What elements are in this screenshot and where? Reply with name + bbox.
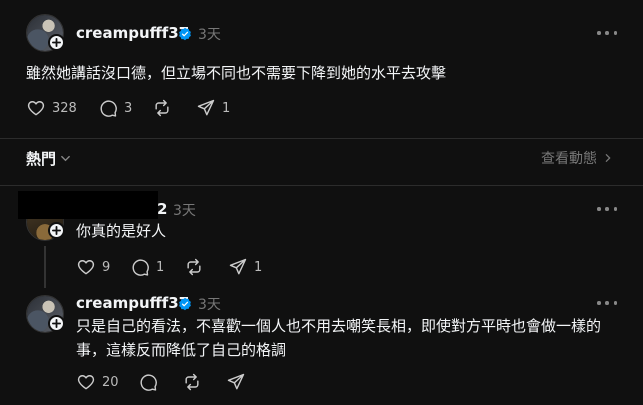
more-options-icon[interactable]	[597, 30, 617, 36]
view-activity-link[interactable]: 查看動態	[541, 148, 613, 168]
follow-plus-icon[interactable]	[48, 315, 65, 332]
reply-username-suffix[interactable]: 2	[157, 200, 167, 218]
like-count: 20	[102, 374, 119, 390]
post-timestamp: 3天	[198, 27, 221, 43]
repost-button[interactable]	[182, 372, 202, 392]
share-button[interactable]	[226, 372, 246, 392]
post-username[interactable]: creampufff37	[76, 24, 189, 42]
chevron-down-icon	[61, 155, 70, 162]
comment-count: 1	[156, 259, 165, 275]
sort-dropdown[interactable]: 熱門	[26, 148, 71, 169]
heart-icon	[77, 375, 95, 390]
repost-icon	[155, 99, 169, 117]
more-options-icon[interactable]	[597, 300, 617, 306]
comment-button[interactable]	[138, 372, 158, 392]
like-count: 328	[52, 100, 77, 116]
divider	[0, 138, 643, 139]
reply-text: 你真的是好人	[76, 222, 167, 240]
reply-text-line-2: 事，這樣反而降低了自己的格調	[76, 341, 287, 359]
redacted-username	[18, 191, 158, 219]
repost-icon	[185, 373, 199, 391]
verified-badge-icon	[179, 27, 191, 41]
like-button[interactable]: 9	[76, 257, 110, 277]
like-count: 9	[102, 259, 111, 275]
post-text: 雖然她講話沒口德，但立場不同也不需要下降到她的水平去攻擊	[26, 64, 447, 82]
like-button[interactable]: 20	[76, 372, 119, 392]
send-icon	[229, 258, 247, 275]
heart-icon	[27, 101, 45, 116]
repost-button[interactable]	[152, 98, 172, 118]
thread-line	[44, 246, 46, 288]
sort-label: 熱門	[26, 150, 57, 168]
reply-timestamp: 3天	[198, 297, 221, 313]
reply-text-line-1: 只是自己的看法，不喜歡一個人也不用去嘲笑長相，即使對方平時也會做一樣的	[76, 317, 602, 335]
view-activity-label: 查看動態	[541, 151, 597, 167]
share-button[interactable]: 1	[228, 257, 262, 277]
follow-plus-icon[interactable]	[48, 222, 65, 239]
follow-plus-icon[interactable]	[48, 34, 65, 51]
share-count: 1	[222, 100, 231, 116]
repost-icon	[187, 258, 201, 276]
divider	[0, 185, 643, 186]
repost-button[interactable]	[184, 257, 204, 277]
share-button[interactable]: 1	[196, 98, 230, 118]
reply-timestamp: 3天	[173, 203, 196, 219]
reply-username[interactable]: creampufff37	[76, 294, 189, 312]
comment-icon	[140, 374, 157, 391]
share-count: 1	[254, 259, 263, 275]
comment-button[interactable]: 1	[130, 257, 164, 277]
comment-button[interactable]: 3	[98, 98, 132, 118]
comment-icon	[132, 259, 149, 276]
chevron-right-icon	[605, 154, 611, 162]
comment-icon	[100, 100, 117, 117]
more-options-icon[interactable]	[597, 206, 617, 212]
like-button[interactable]: 328	[26, 98, 77, 118]
comment-count: 3	[124, 100, 133, 116]
verified-badge-icon	[179, 297, 191, 311]
send-icon	[227, 373, 245, 390]
send-icon	[197, 99, 215, 116]
heart-icon	[77, 260, 95, 275]
